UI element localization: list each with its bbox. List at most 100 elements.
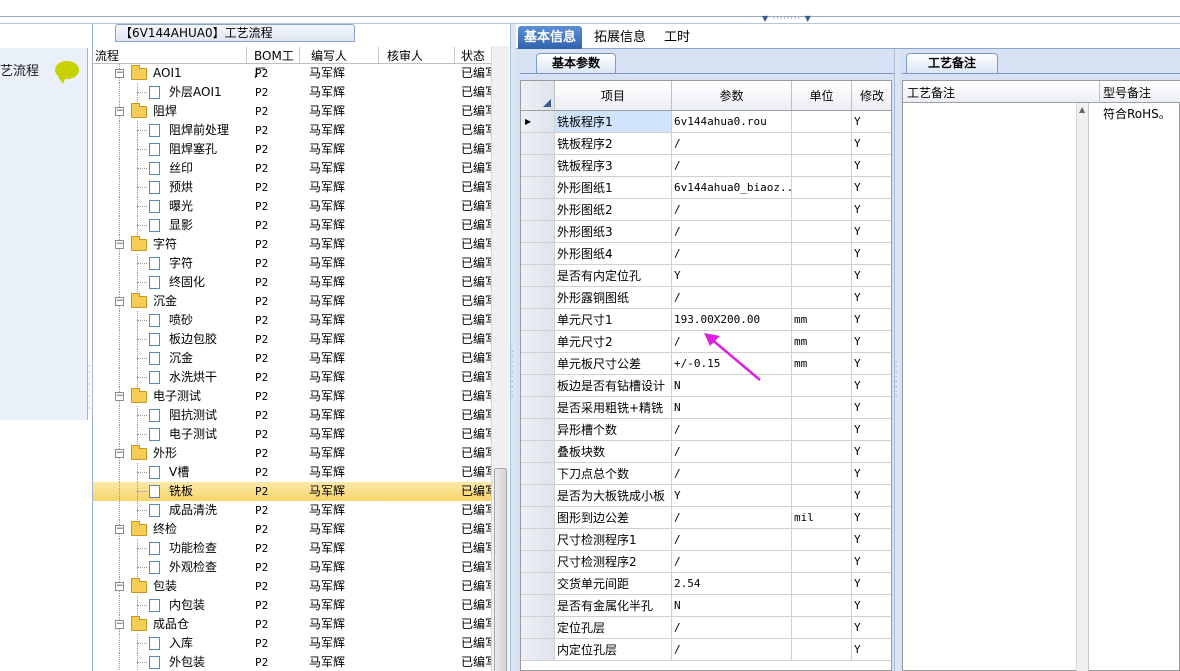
param-row[interactable]: 单元尺寸1 193.00X200.00 mm Y xyxy=(521,309,891,331)
tree-row[interactable]: 外观检查 P2 马军辉 已编写 xyxy=(93,558,491,577)
row-header[interactable] xyxy=(521,199,555,220)
param-mod[interactable]: Y xyxy=(852,331,891,352)
param-item[interactable]: 尺寸检测程序1 xyxy=(555,529,672,550)
row-header[interactable] xyxy=(521,463,555,484)
param-value[interactable]: / xyxy=(672,617,792,638)
param-item[interactable]: 图形到边公差 xyxy=(555,507,672,528)
param-unit[interactable] xyxy=(792,441,852,462)
param-unit[interactable] xyxy=(792,419,852,440)
param-item[interactable]: 交货单元间距 xyxy=(555,573,672,594)
collapse-toggle-icon[interactable]: − xyxy=(115,525,124,534)
param-value[interactable]: / xyxy=(672,155,792,176)
param-value[interactable]: / xyxy=(672,419,792,440)
param-item[interactable]: 是否有内定位孔 xyxy=(555,265,672,286)
col-process-remark[interactable]: 工艺备注 xyxy=(907,84,955,101)
param-unit[interactable]: mm xyxy=(792,353,852,374)
tab-process-remarks[interactable]: 工艺备注 xyxy=(906,53,998,73)
row-header[interactable] xyxy=(521,221,555,242)
param-col-2[interactable]: 单位 xyxy=(792,81,852,110)
param-unit[interactable] xyxy=(792,617,852,638)
param-unit[interactable] xyxy=(792,397,852,418)
col-status[interactable]: 状态 xyxy=(457,47,491,63)
tree-row[interactable]: − 电子测试 P2 马军辉 已编写 xyxy=(93,387,491,406)
scroll-up-icon[interactable]: ▲ xyxy=(1079,105,1085,114)
tree-row[interactable]: 终固化 P2 马军辉 已编写 xyxy=(93,273,491,292)
param-item[interactable]: 外形露铜图纸 xyxy=(555,287,672,308)
param-unit[interactable] xyxy=(792,485,852,506)
param-value[interactable]: / xyxy=(672,221,792,242)
param-mod[interactable]: Y xyxy=(852,375,891,396)
row-header[interactable] xyxy=(521,133,555,154)
col-bom[interactable]: BOM工厂 xyxy=(250,47,300,80)
row-header[interactable] xyxy=(521,331,555,352)
collapse-toggle-icon[interactable]: − xyxy=(115,240,124,249)
tree-row[interactable]: 水洗烘干 P2 马军辉 已编写 xyxy=(93,368,491,387)
param-row[interactable]: 单元尺寸2/mm Y xyxy=(521,331,891,353)
tree-scroll-thumb[interactable] xyxy=(494,468,507,671)
tree-row[interactable]: − 外形 P2 马军辉 已编写 xyxy=(93,444,491,463)
param-value[interactable]: / xyxy=(672,441,792,462)
param-unit[interactable] xyxy=(792,221,852,242)
tree-row[interactable]: 阻焊塞孔 P2 马军辉 已编写 xyxy=(93,140,491,159)
param-row[interactable]: 叠板块数 / Y xyxy=(521,441,891,463)
row-header[interactable] xyxy=(521,177,555,198)
col-checker[interactable]: 核审人 xyxy=(381,47,455,63)
row-header[interactable] xyxy=(521,507,555,528)
row-header[interactable] xyxy=(521,595,555,616)
row-header[interactable]: ▶ xyxy=(521,111,555,132)
param-unit[interactable] xyxy=(792,199,852,220)
param-value[interactable]: / xyxy=(672,287,792,308)
param-item[interactable]: 单元板尺寸公差 xyxy=(555,353,672,374)
param-unit[interactable]: mm xyxy=(792,309,852,330)
tree-row[interactable]: − 包装 P2 马军辉 已编写 xyxy=(93,577,491,596)
param-row[interactable]: 是否为大板铣成小板 Y Y xyxy=(521,485,891,507)
tree-row[interactable]: − 字符 P2 马军辉 已编写 xyxy=(93,235,491,254)
tree-row[interactable]: 曝光 P2 马军辉 已编写 xyxy=(93,197,491,216)
tree-row[interactable]: 喷砂 P2 马军辉 已编写 xyxy=(93,311,491,330)
param-unit[interactable] xyxy=(792,573,852,594)
row-header[interactable] xyxy=(521,551,555,572)
param-value[interactable]: 193.00X200.00 xyxy=(672,309,792,330)
tree-row[interactable]: 板边包胶 P2 马军辉 已编写 xyxy=(93,330,491,349)
param-value[interactable]: N xyxy=(672,397,792,418)
param-unit[interactable] xyxy=(792,551,852,572)
param-item[interactable]: 下刀点总个数 xyxy=(555,463,672,484)
param-mod[interactable]: Y xyxy=(852,463,891,484)
param-mod[interactable]: Y xyxy=(852,221,891,242)
param-value[interactable]: 6v144ahua0_biaoz... xyxy=(672,177,792,198)
param-unit[interactable] xyxy=(792,595,852,616)
param-item[interactable]: 外形图纸4 xyxy=(555,243,672,264)
param-item[interactable]: 板边是否有钻槽设计 xyxy=(555,375,672,396)
param-mod[interactable]: Y xyxy=(852,397,891,418)
param-item[interactable]: 铣板程序3 xyxy=(555,155,672,176)
param-row[interactable]: 异形槽个数 / Y xyxy=(521,419,891,441)
param-value[interactable]: / xyxy=(672,529,792,550)
col-model-remark[interactable]: 型号备注 xyxy=(1103,84,1151,101)
param-row[interactable]: 外形图纸3/ Y xyxy=(521,221,891,243)
param-mod[interactable]: Y xyxy=(852,441,891,462)
splitter-right-grip[interactable]: · · · · · · · · xyxy=(895,359,899,430)
param-value[interactable]: / xyxy=(672,463,792,484)
param-unit[interactable] xyxy=(792,133,852,154)
collapse-toggle-icon[interactable]: − xyxy=(115,69,124,78)
param-row[interactable]: 外形图纸4/ Y xyxy=(521,243,891,265)
param-unit[interactable] xyxy=(792,463,852,484)
param-item[interactable]: 外形图纸1 xyxy=(555,177,672,198)
param-row[interactable]: 是否有内定位孔 Y Y xyxy=(521,265,891,287)
tree-row[interactable]: 电子测试 P2 马军辉 已编写 xyxy=(93,425,491,444)
param-value[interactable]: / xyxy=(672,133,792,154)
param-unit[interactable] xyxy=(792,287,852,308)
row-header[interactable] xyxy=(521,155,555,176)
row-header[interactable] xyxy=(521,529,555,550)
param-item[interactable]: 铣板程序1 xyxy=(555,111,672,132)
param-value[interactable]: Y xyxy=(672,265,792,286)
tree-row[interactable]: 阻焊前处理 P2 马军辉 已编写 xyxy=(93,121,491,140)
param-row[interactable]: 外形图纸1 6v144ahua0_biaoz... Y xyxy=(521,177,891,199)
param-mod[interactable]: Y xyxy=(852,639,891,660)
tree-row[interactable]: 字符 P2 马军辉 已编写 xyxy=(93,254,491,273)
tree-row[interactable]: 外包装 P2 马军辉 已编写 xyxy=(93,653,491,671)
tree-row[interactable]: 成品清洗 P2 马军辉 已编写 xyxy=(93,501,491,520)
row-header[interactable] xyxy=(521,485,555,506)
tree-row[interactable]: − 成品仓 P2 马军辉 已编写 xyxy=(93,615,491,634)
col-writer[interactable]: 编写人 xyxy=(303,47,379,63)
